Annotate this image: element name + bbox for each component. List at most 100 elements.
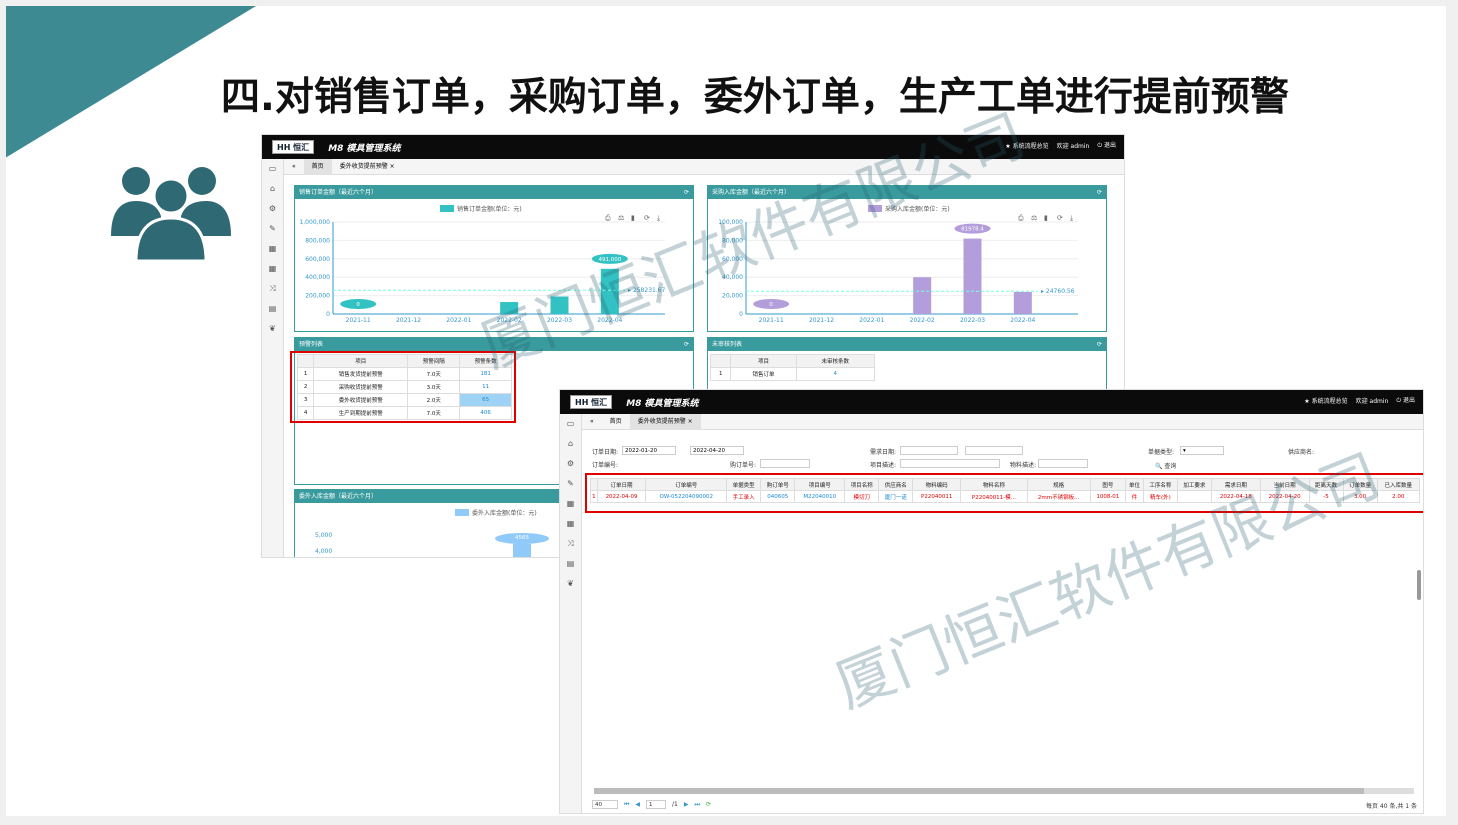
y-tick-label: 20,000 [722,293,743,300]
y-tick-label: 200,000 [305,293,330,300]
x-tick-label: 2022-01 [859,317,884,324]
shuffle-icon[interactable]: ⤨ [560,534,581,554]
query-button[interactable]: 🔍 查询 [1155,461,1176,470]
y-tick-label: 80,000 [722,237,743,244]
prev-page-icon[interactable]: ◀ [635,801,640,808]
user-menu[interactable]: 欢迎 admin [1356,396,1389,405]
slide-title: 四.对销售订单，采购订单，委外订单，生产工单进行提前预警 [221,75,1289,120]
date-to-input[interactable]: 2022-04-20 [690,446,744,455]
chart-legend: 采购入库金额(单位：元) [868,204,950,213]
chart-icon[interactable]: ▤ [262,299,283,319]
vertical-scrollbar[interactable] [1417,570,1421,600]
x-tick-label: 2021-11 [759,317,784,324]
y-tick: 4,000 [315,548,333,555]
purchase-panel: 采购入库金额（最近六个月） ⟳ 采购入库金额(单位：元) ⎙ ⚖ ▮ ⟳ ⤓ 100,000… [707,185,1107,332]
item-desc-label: 项目描述: [870,462,897,469]
item-desc-input[interactable] [900,459,1000,468]
x-tick-label: 2022-04 [1010,317,1035,324]
toolbox-icon: ▮ [1044,214,1048,222]
doc-type-select[interactable]: ▾ [1180,446,1224,455]
tab-current[interactable]: 委外收货提前预警 × [629,413,701,430]
leaf-icon[interactable]: ❦ [560,574,581,594]
top-bar: HH 恒汇 M8 模具管理系统 ★ 系统流程总览 欢迎 admin ⏻ 退出 [262,135,1124,159]
detail-screenshot: HH 恒汇 M8 模具管理系统 ★ 系统流程总览 欢迎 admin ⏻ 退出 ▭… [559,389,1424,814]
y-tick-label: 800,000 [305,237,330,244]
po-no-input[interactable] [760,459,810,468]
system-overview-link[interactable]: ★ 系统流程总览 [1005,141,1048,150]
app-logo: HH 恒汇 [570,395,613,409]
bar [550,296,569,314]
shuffle-icon[interactable]: ⤨ [262,279,283,299]
horizontal-scrollbar[interactable] [594,788,1414,794]
grid-icon[interactable]: ▦ [262,239,283,259]
toolbox-icon: ⎙ [605,214,611,222]
next-page-icon[interactable]: ▶ [684,801,689,808]
refresh-icon[interactable]: ⟳ [706,801,711,808]
panel-title: 预警列表 [299,341,324,348]
sales-chart: ⎙ ⚖ ▮ ⟳ ⤓ 1,000,000 800,000 600,000 400,000 200,0… [299,214,666,324]
last-page-icon[interactable]: ⏭ [695,801,700,809]
logout-button[interactable]: ⏻ 退出 [1396,395,1415,405]
y-tick-label: 400,000 [305,274,330,281]
bar [600,268,619,314]
average-label: ▸ 258231.67 [628,287,666,294]
panel-title: 销售订单金额（最近六个月） [299,189,378,196]
chart-legend: 委外入库金额(单位：元) [455,508,537,517]
tab-home[interactable]: 首页 [602,414,630,430]
tab-prev-icon[interactable]: « [284,159,304,175]
wrench-icon[interactable]: ✎ [262,219,283,239]
y-tick-label: 600,000 [305,256,330,263]
chart-icon[interactable]: ▤ [560,554,581,574]
page-size-select[interactable]: 40 [592,800,618,809]
sales-panel: 销售订单金额（最近六个月） ⟳ 销售订单金额(单位：元) ⎙ ⚖ ▮ ⟳ ⤓ 1,000,0… [294,185,694,332]
monitor-icon[interactable]: ▭ [560,414,581,434]
monitor-icon[interactable]: ▭ [262,159,283,179]
need-date-label: 需求日期: [870,449,897,456]
toolbox-icon: ⟳ [1057,214,1063,222]
toolbox-icon: ▮ [631,214,635,222]
pager-info: 每页 40 条,共 1 条 [1366,803,1417,810]
refresh-icon[interactable]: ⟳ [1097,186,1102,199]
page-input[interactable]: 1 [646,800,667,809]
gear-icon[interactable]: ⚙ [560,454,581,474]
tab-current[interactable]: 委外收货提前预警 × [332,159,403,175]
gear-icon[interactable]: ⚙ [262,199,283,219]
toolbox-icon: ⟳ [644,214,650,222]
sidebar: ▭ ⌂ ⚙ ✎ ▦ ▦ ⤨ ▤ ❦ [262,159,284,557]
wrench-icon[interactable]: ✎ [560,474,581,494]
order-no-label: 订单编号: [592,462,619,469]
x-tick-label: 2022-03 [547,317,572,324]
y-tick-label: 40,000 [722,274,743,281]
x-tick-label: 2022-04 [597,317,622,324]
need-date-to-input[interactable] [965,446,1023,455]
system-overview-link[interactable]: ★ 系统流程总览 [1304,396,1347,405]
order-date-label: 订单日期: [592,449,619,456]
first-page-icon[interactable]: ⏮ [624,801,629,809]
app-logo: HH 恒汇 [272,140,315,154]
leaf-icon[interactable]: ❦ [262,319,283,339]
home-icon[interactable]: ⌂ [560,434,581,454]
data-label: 491,000 [598,257,621,263]
tab-home[interactable]: 首页 [303,158,332,175]
table-row[interactable]: 1 销售订单 4 [709,367,876,381]
top-bar: HH 恒汇 M8 模具管理系统 ★ 系统流程总览 欢迎 admin ⏻ 退出 [560,390,1423,414]
need-date-from-input[interactable] [900,446,958,455]
toolbox-icon: ⤓ [657,214,660,222]
refresh-icon[interactable]: ⟳ [684,186,689,199]
people-group-icon [111,167,231,263]
grid-icon[interactable]: ▦ [262,259,283,279]
mat-desc-input[interactable] [1038,459,1088,468]
refresh-icon[interactable]: ⟳ [1097,338,1102,351]
user-menu[interactable]: 欢迎 admin [1057,141,1090,150]
grid-icon[interactable]: ▦ [560,514,581,534]
home-icon[interactable]: ⌂ [262,179,283,199]
date-from-input[interactable]: 2022-01-20 [622,446,676,455]
grid-icon[interactable]: ▦ [560,494,581,514]
tab-prev-icon[interactable]: « [582,414,602,430]
supplier-label: 供应商名: [1288,449,1315,456]
toolbox-icon: ⚖ [1031,214,1037,222]
logout-button[interactable]: ⏻ 退出 [1097,140,1116,150]
app-name: M8 模具管理系统 [626,398,699,409]
refresh-icon[interactable]: ⟳ [684,338,689,351]
tab-bar: « 首页 委外收货提前预警 × [284,158,1124,175]
